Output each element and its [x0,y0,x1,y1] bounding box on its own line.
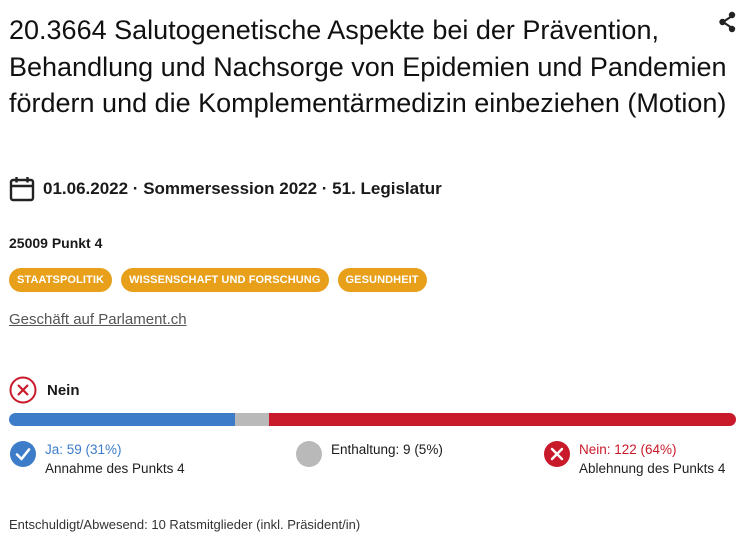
page-title: 20.3664 Salutogenetische Aspekte bei der… [9,15,727,118]
tag-gesundheit[interactable]: GESUNDHEIT [337,268,427,292]
absent-note: Entschuldigt/Abwesend: 10 Ratsmitglieder… [9,517,361,532]
tag-wissenschaft[interactable]: WISSENSCHAFT UND FORSCHUNG [121,268,329,292]
topic-tags: STAATSPOLITIK WISSENSCHAFT UND FORSCHUNG… [9,268,427,292]
no-count: Nein: 122 (64%) [579,442,677,457]
circle-icon [295,440,323,468]
parlament-link[interactable]: Geschäft auf Parlament.ch [9,311,187,328]
yes-description: Annahme des Punkts 4 [45,461,185,476]
yes-count: Ja: 59 (31%) [45,442,122,457]
session-date: 01.06.2022 · Sommersession 2022 · 51. Le… [43,179,442,198]
business-item-number: 25009 Punkt 4 [9,235,103,251]
vote-bar-abstain [234,413,270,426]
vote-result: Nein [9,376,80,404]
abstain-count: Enthaltung: 9 (5%) [331,442,443,457]
vote-bar-no [269,413,736,426]
no-description: Ablehnung des Punkts 4 [579,461,726,476]
vote-bar [9,413,736,426]
x-circle-icon [9,376,37,404]
legend-yes: Ja: 59 (31%) Annahme des Punkts 4 [9,440,185,478]
calendar-icon [9,176,35,202]
legend-no: Nein: 122 (64%) Ablehnung des Punkts 4 [543,440,725,478]
check-circle-icon [9,440,37,468]
tag-staatspolitik[interactable]: STAATSPOLITIK [9,268,113,292]
result-label: Nein [47,381,80,399]
date-line: 01.06.2022 · Sommersession 2022 · 51. Le… [9,176,442,202]
vote-bar-yes [9,413,235,426]
share-icon[interactable] [717,10,739,34]
legend-abstain: Enthaltung: 9 (5%) [295,440,443,468]
x-circle-filled-icon [543,440,571,468]
